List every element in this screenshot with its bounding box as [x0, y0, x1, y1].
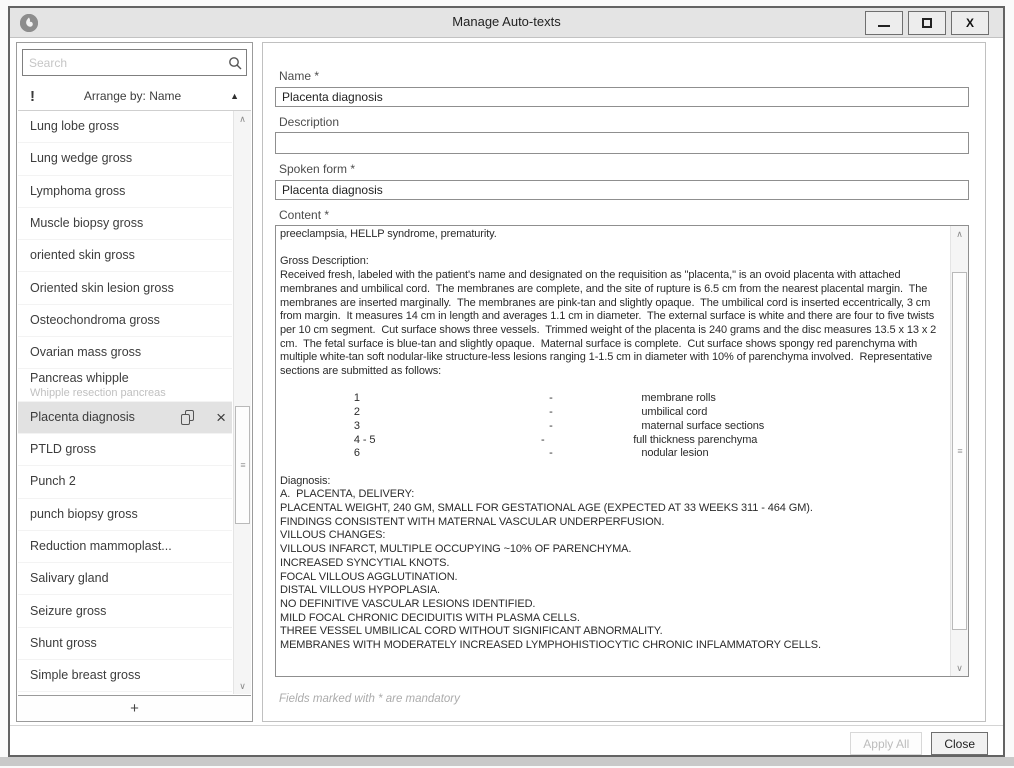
list-item-label: Shunt gross — [30, 637, 232, 650]
list-item[interactable]: Seizure gross — [18, 595, 232, 627]
autotext-list: Lung lobe gross Lung wedge gross Lymphoma … — [18, 111, 232, 694]
arrange-by-header[interactable]: ! Arrange by: Name ▲ — [18, 82, 251, 111]
content-text[interactable]: preeclampsia, HELLP syndrome, prematurit… — [280, 228, 946, 676]
maximize-icon — [922, 18, 932, 28]
name-label: Name * — [279, 69, 319, 83]
manage-autotexts-dialog: Manage Auto-texts X ! Arrange by: Name ▲… — [8, 6, 1005, 757]
list-item[interactable]: Lung lobe gross — [18, 111, 232, 143]
list-item[interactable]: Shunt gross — [18, 628, 232, 660]
spoken-form-label: Spoken form * — [279, 162, 355, 176]
content-scrollbar-thumb[interactable]: ≡ — [952, 272, 967, 630]
close-window-button[interactable]: X — [951, 11, 989, 35]
add-autotext-button[interactable]: + — [18, 695, 251, 721]
arrange-by-label: Arrange by: Name — [35, 89, 230, 103]
list-item-label: punch biopsy gross — [30, 508, 232, 521]
description-field[interactable] — [275, 132, 969, 154]
content-scrollbar[interactable]: ∧ ≡ ∨ — [950, 226, 968, 676]
list-item-label: Osteochondroma gross — [30, 314, 232, 327]
list-item[interactable]: Salivary gland — [18, 563, 232, 595]
scroll-up-icon[interactable]: ∧ — [951, 226, 968, 242]
list-item-label: Lung wedge gross — [30, 152, 232, 165]
list-scrollbar-thumb[interactable]: ≡ — [235, 406, 250, 524]
scroll-down-icon[interactable]: ∨ — [234, 678, 251, 694]
name-field[interactable] — [275, 87, 969, 107]
list-item-label: Lymphoma gross — [30, 185, 232, 198]
autotext-sidebar: ! Arrange by: Name ▲ Lung lobe grossLung… — [16, 42, 253, 722]
list-item-label: PTLD gross — [30, 443, 232, 456]
minimize-icon — [878, 25, 890, 27]
list-item-label: Reduction mammoplast... — [30, 540, 232, 553]
list-item-label: Ovarian mass gross — [30, 346, 232, 359]
list-item[interactable]: punch biopsy gross — [18, 499, 232, 531]
list-item[interactable]: Pancreas whipple Whipple resection pancre… — [18, 369, 232, 401]
maximize-button[interactable] — [908, 11, 946, 35]
list-scrollbar[interactable]: ∧ ≡ ∨ — [233, 111, 251, 694]
apply-all-button[interactable]: Apply All — [850, 732, 922, 755]
close-icon: X — [966, 16, 974, 30]
list-item-label: oriented skin gross — [30, 249, 232, 262]
search-box — [22, 49, 247, 76]
list-item-label: Pancreas whipple — [30, 372, 232, 385]
list-item[interactable]: Osteochondroma gross — [18, 305, 232, 337]
list-item-label: Muscle biopsy gross — [30, 217, 232, 230]
duplicate-icon[interactable] — [181, 410, 194, 425]
content-label: Content * — [279, 208, 329, 222]
mandatory-fields-note: Fields marked with * are mandatory — [279, 693, 460, 705]
list-item[interactable]: Simple breast gross — [18, 660, 232, 692]
list-item[interactable]: Lymphoma gross — [18, 176, 232, 208]
content-field[interactable]: preeclampsia, HELLP syndrome, prematurit… — [275, 225, 969, 677]
window-title: Manage Auto-texts — [10, 14, 1003, 29]
list-item[interactable]: Reduction mammoplast... — [18, 531, 232, 563]
list-item-label: Oriented skin lesion gross — [30, 282, 232, 295]
list-item[interactable]: Oriented skin lesion gross — [18, 272, 232, 304]
description-label: Description — [279, 115, 339, 129]
spoken-form-field[interactable] — [275, 180, 969, 200]
list-item-label: Lung lobe gross — [30, 120, 232, 133]
delete-icon[interactable]: × — [216, 410, 226, 425]
minimize-button[interactable] — [865, 11, 903, 35]
list-item[interactable]: Placenta diagnosis× — [18, 402, 232, 434]
list-item[interactable]: Punch 2 — [18, 466, 232, 498]
sort-ascending-icon: ▲ — [230, 91, 239, 101]
list-item-label: Seizure gross — [30, 605, 232, 618]
list-item[interactable]: Skin biopsy gross — [18, 692, 232, 694]
list-item[interactable]: Lung wedge gross — [18, 143, 232, 175]
list-item-label: Salivary gland — [30, 572, 232, 585]
scroll-down-icon[interactable]: ∨ — [951, 660, 968, 676]
autotext-list-region: Lung lobe gross Lung wedge gross Lymphoma … — [18, 111, 251, 694]
list-item[interactable]: Muscle biopsy gross — [18, 208, 232, 240]
list-item-label: Simple breast gross — [30, 669, 232, 682]
scroll-up-icon[interactable]: ∧ — [234, 111, 251, 127]
search-input[interactable] — [23, 56, 224, 70]
grip-icon: ≡ — [957, 446, 961, 456]
footer-divider — [10, 725, 1003, 726]
list-item[interactable]: PTLD gross — [18, 434, 232, 466]
window-bottom-shadow — [0, 757, 1014, 766]
list-item[interactable]: Ovarian mass gross — [18, 337, 232, 369]
list-item-label: Punch 2 — [30, 475, 232, 488]
close-button[interactable]: Close — [931, 732, 988, 755]
titlebar: Manage Auto-texts X — [10, 8, 1003, 38]
grip-icon: ≡ — [240, 460, 244, 470]
list-item-sublabel: Whipple resection pancreas — [30, 387, 232, 399]
search-icon[interactable] — [224, 56, 246, 70]
autotext-detail-panel: Name * Description Spoken form * Content… — [262, 42, 986, 722]
list-item[interactable]: oriented skin gross — [18, 240, 232, 272]
